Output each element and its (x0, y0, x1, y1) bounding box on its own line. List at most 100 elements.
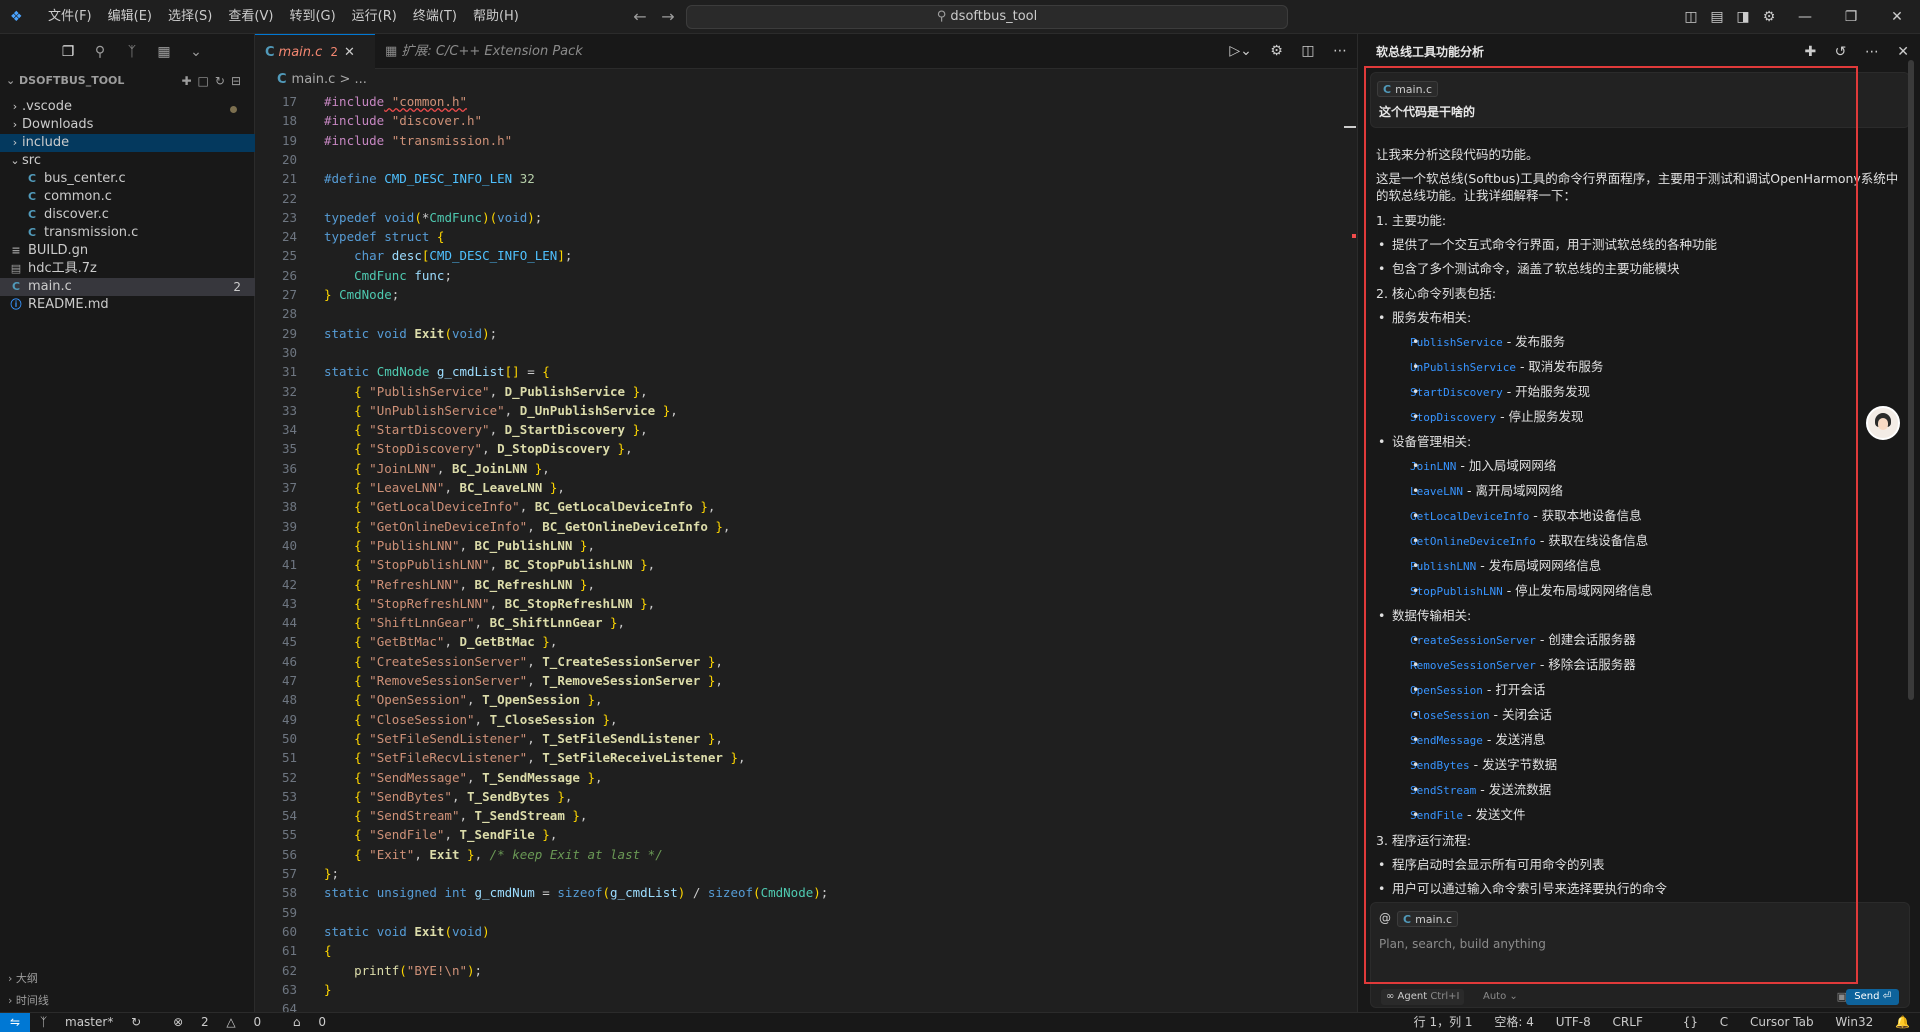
code-line[interactable]: #include "transmission.h" (324, 133, 512, 148)
tab-main-c[interactable]: Cmain.c 2 ✕ (255, 34, 375, 69)
bell-icon[interactable]: 🔔 (1895, 1015, 1910, 1029)
gear-icon[interactable]: ⚙ (1756, 9, 1782, 25)
problems-status[interactable]: ⊗ 2 △ 0 (173, 1015, 275, 1029)
code-line[interactable]: { "RefreshLNN", BC_RefreshLNN }, (324, 577, 595, 592)
refresh-icon[interactable]: ↻ (215, 74, 231, 88)
close-icon[interactable]: ✕ (1897, 44, 1909, 60)
menu-item[interactable]: 转到(G) (281, 0, 343, 34)
code-line[interactable]: { "SetFileSendListener", T_SetFileSendLi… (324, 731, 723, 746)
code-line[interactable]: { "GetOnlineDeviceInfo", BC_GetOnlineDev… (324, 519, 730, 534)
code-line[interactable]: { "Exit", Exit }, /* keep Exit at last *… (324, 847, 663, 862)
language-mode[interactable]: {} C (1665, 1015, 1728, 1029)
tree-item[interactable]: Ccommon.c (0, 188, 255, 206)
code-line[interactable]: CmdFunc func; (324, 268, 452, 283)
code-line[interactable]: { "UnPublishService", D_UnPublishService… (324, 403, 678, 418)
forward-arrow-icon[interactable]: → (658, 7, 678, 27)
code-line[interactable]: static CmdNode g_cmdList[] = { (324, 364, 550, 379)
tree-item[interactable]: ⓘ README.md (0, 296, 255, 314)
code-line[interactable]: #include "common.h" (324, 94, 467, 109)
tree-item[interactable]: › include (0, 134, 255, 152)
chat-scrollbar[interactable] (1908, 60, 1914, 700)
extensions-icon[interactable]: ▦ (148, 44, 180, 60)
cursor-tab-status[interactable]: Cursor Tab (1750, 1015, 1814, 1029)
restore-icon[interactable]: ❐ (1828, 9, 1874, 25)
minimize-icon[interactable]: — (1782, 9, 1828, 25)
search-icon[interactable]: ⚲ (84, 44, 116, 60)
gear-icon[interactable]: ⚙ (1270, 43, 1283, 59)
menu-item[interactable]: 编辑(E) (100, 0, 160, 34)
menu-item[interactable]: 帮助(H) (465, 0, 527, 34)
code-line[interactable]: { "LeaveLNN", BC_LeaveLNN }, (324, 480, 565, 495)
code-line[interactable]: { "GetLocalDeviceInfo", BC_GetLocalDevic… (324, 499, 715, 514)
code-line[interactable]: { "PublishService", D_PublishService }, (324, 384, 648, 399)
tree-item[interactable]: Cdiscover.c (0, 206, 255, 224)
new-file-icon[interactable]: ✚ (181, 74, 197, 88)
breadcrumb[interactable]: Cmain.c > ... (255, 69, 1357, 91)
tree-item[interactable]: › .vscode (0, 98, 255, 116)
code-line[interactable]: typedef void(*CmdFunc)(void); (324, 210, 542, 225)
code-line[interactable]: { "StopDiscovery", D_StopDiscovery }, (324, 441, 633, 456)
timeline-section[interactable]: › 时间线 (0, 990, 255, 1012)
outline-section[interactable]: › 大纲 (0, 968, 255, 990)
menu-item[interactable]: 文件(F) (40, 0, 100, 34)
code-line[interactable]: { "GetBtMac", D_GetBtMac }, (324, 634, 557, 649)
code-line[interactable]: { (324, 943, 332, 958)
code-line[interactable]: { "SendStream", T_SendStream }, (324, 808, 587, 823)
code-line[interactable]: { "SendFile", T_SendFile }, (324, 827, 557, 842)
explorer-header[interactable]: ⌄ DSOFTBUS_TOOL ✚□↻⊟ (0, 70, 255, 92)
tree-item[interactable]: ≡ BUILD.gn (0, 242, 255, 260)
platform[interactable]: Win32 (1835, 1015, 1873, 1029)
code-line[interactable]: } (324, 982, 332, 997)
more-icon[interactable]: ⋯ (1333, 43, 1347, 59)
source-control-icon[interactable]: ᛉ (116, 44, 148, 60)
close-icon[interactable]: ✕ (344, 45, 355, 60)
end-of-line[interactable]: CRLF (1613, 1015, 1643, 1029)
branch-status[interactable]: ᛉ master* ↻ (40, 1015, 155, 1029)
code-line[interactable]: char desc[CMD_DESC_INFO_LEN]; (324, 248, 572, 263)
tree-item[interactable]: Cbus_center.c (0, 170, 255, 188)
more-icon[interactable]: ⋯ (1865, 44, 1879, 60)
tree-item[interactable]: ⌄ src (0, 152, 255, 170)
back-arrow-icon[interactable]: ← (630, 7, 650, 27)
cursor-position[interactable]: 行 1，列 1 (1414, 1015, 1473, 1029)
toggle-secondary-sidebar-icon[interactable]: ◨ (1730, 9, 1756, 25)
code-line[interactable]: #define CMD_DESC_INFO_LEN 32 (324, 171, 535, 186)
toggle-panel-icon[interactable]: ▤ (1704, 9, 1730, 25)
code-line[interactable]: static void Exit(void) (324, 924, 490, 939)
code-line[interactable]: typedef struct { (324, 229, 444, 244)
ports-status[interactable]: ⌂ 0 (293, 1015, 340, 1029)
code-line[interactable]: { "PublishLNN", BC_PublishLNN }, (324, 538, 595, 553)
menu-item[interactable]: 运行(R) (344, 0, 405, 34)
command-center-search[interactable]: ⚲ dsoftbus_tool (686, 5, 1288, 29)
code-line[interactable]: static void Exit(void); (324, 326, 497, 341)
menu-item[interactable]: 选择(S) (160, 0, 220, 34)
run-debug-icon[interactable]: ▷⌄ (1229, 43, 1252, 59)
split-editor-icon[interactable]: ◫ (1301, 43, 1314, 59)
code-editor[interactable]: 17 #include "common.h" 18 #include "discove… (255, 94, 1357, 1016)
tree-item[interactable]: Cmain.c 2 (0, 278, 255, 296)
code-line[interactable]: #include "discover.h" (324, 113, 482, 128)
collapse-all-icon[interactable]: ⊟ (231, 74, 247, 88)
code-line[interactable]: { "SendMessage", T_SendMessage }, (324, 770, 602, 785)
code-line[interactable]: { "ShiftLnnGear", BC_ShiftLnnGear }, (324, 615, 625, 630)
code-line[interactable]: { "JoinLNN", BC_JoinLNN }, (324, 461, 550, 476)
new-folder-icon[interactable]: □ (198, 74, 215, 88)
tree-item[interactable]: Ctransmission.c (0, 224, 255, 242)
minimap-slider[interactable] (1344, 126, 1356, 128)
code-line[interactable]: { "SendBytes", T_SendBytes }, (324, 789, 572, 804)
code-line[interactable]: { "StopPublishLNN", BC_StopPublishLNN }, (324, 557, 655, 572)
avatar[interactable] (1866, 406, 1900, 440)
history-icon[interactable]: ↺ (1835, 44, 1847, 60)
tree-item[interactable]: ▤ hdc工具.7z (0, 260, 255, 278)
close-icon[interactable]: ✕ (1874, 9, 1920, 25)
remote-indicator-icon[interactable]: ⇋ (0, 1013, 30, 1032)
tab-extension-pack[interactable]: ▦ 扩展: C/C++ Extension Pack (375, 34, 583, 69)
code-line[interactable]: { "StopRefreshLNN", BC_StopRefreshLNN }, (324, 596, 655, 611)
chat-title[interactable]: 软总线工具功能分析 (1376, 34, 1484, 70)
code-line[interactable]: { "RemoveSessionServer", T_RemoveSession… (324, 673, 723, 688)
code-line[interactable]: { "SetFileRecvListener", T_SetFileReceiv… (324, 750, 745, 765)
indentation[interactable]: 空格: 4 (1494, 1015, 1534, 1029)
code-line[interactable]: { "CreateSessionServer", T_CreateSession… (324, 654, 723, 669)
new-chat-icon[interactable]: ✚ (1804, 44, 1816, 60)
menu-item[interactable]: 查看(V) (220, 0, 281, 34)
